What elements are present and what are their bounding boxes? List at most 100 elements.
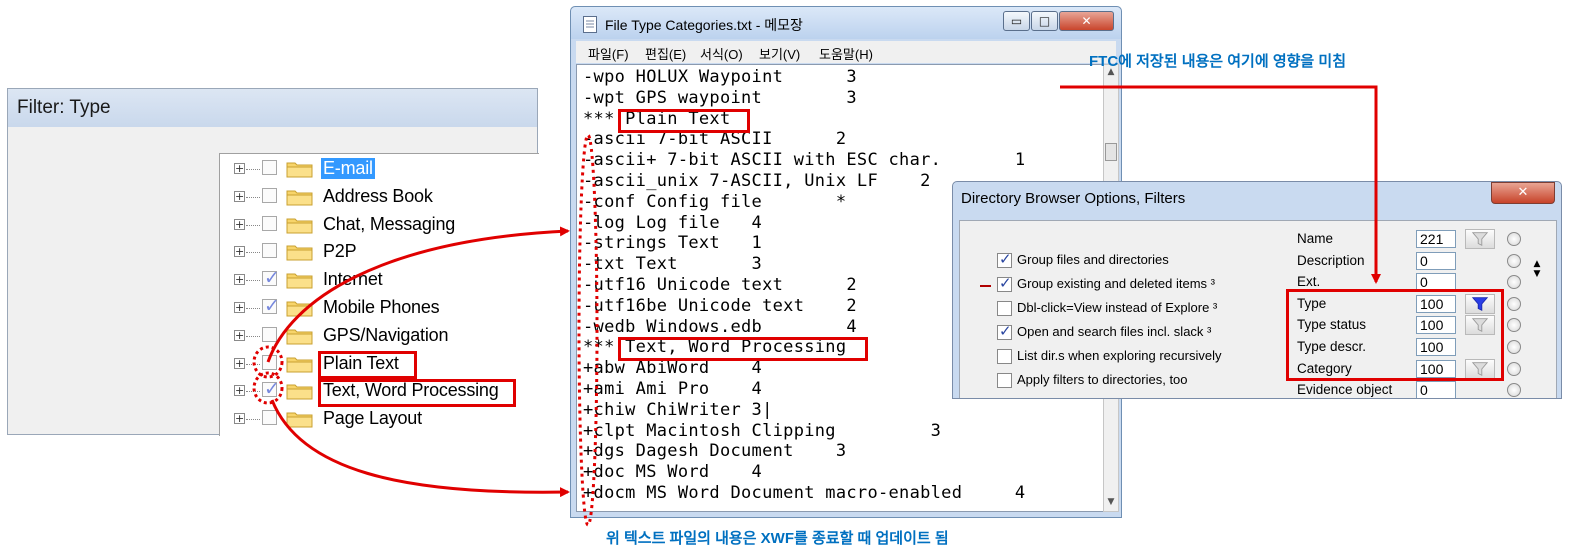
tree-item-label: Internet bbox=[323, 269, 383, 290]
check-mark-icon: ✓ bbox=[264, 267, 280, 290]
tree-item[interactable]: + Address Book bbox=[220, 185, 539, 211]
expand-plus-icon[interactable]: + bbox=[234, 190, 245, 202]
highlight-plain-text bbox=[318, 351, 417, 379]
dbo-option-checkbox[interactable] bbox=[997, 301, 1012, 316]
dbo-body: ▲ ▼ ✓ Group files and directories ✓ Group ex… bbox=[959, 220, 1557, 398]
tree-connector bbox=[246, 224, 260, 226]
notepad-line: +chiw ChiWriter 3| bbox=[583, 399, 773, 420]
menu-view[interactable]: 보기(V) bbox=[759, 44, 800, 63]
dbo-close-button[interactable]: ✕ bbox=[1491, 182, 1555, 204]
dbo-field-radio[interactable] bbox=[1507, 232, 1521, 246]
notepad-line: -utf16be Unicode text 2 bbox=[583, 295, 857, 316]
dbo-field-input[interactable]: 0 bbox=[1416, 251, 1456, 270]
expand-plus-icon[interactable]: + bbox=[234, 246, 245, 258]
tree-connector bbox=[246, 419, 260, 421]
tree-item[interactable]: + ✓ Mobile Phones bbox=[220, 295, 539, 322]
tree-item-checkbox[interactable] bbox=[262, 215, 277, 231]
tree-item-checkbox[interactable]: ✓ bbox=[262, 267, 280, 289]
dbo-field-radio[interactable] bbox=[1507, 361, 1521, 376]
folder-icon bbox=[286, 410, 313, 428]
menu-help[interactable]: 도움말(H) bbox=[819, 44, 873, 63]
tree-item[interactable]: + GPS/Navigation bbox=[220, 324, 539, 350]
menu-format[interactable]: 서식(O) bbox=[700, 44, 743, 63]
tree-item-checkbox[interactable] bbox=[262, 326, 277, 342]
check-mark-icon: ✓ bbox=[264, 295, 280, 317]
highlight-plain-text-line bbox=[618, 109, 750, 133]
tree-connector bbox=[246, 196, 260, 198]
expand-plus-icon[interactable]: + bbox=[234, 329, 245, 341]
tree-item-checkbox[interactable] bbox=[262, 187, 277, 203]
notepad-line: +clpt Macintosh Clipping 3 bbox=[583, 420, 942, 441]
tree-item-checkbox[interactable] bbox=[262, 243, 277, 259]
notepad-line: -wpt GPS waypoint 3 bbox=[583, 87, 857, 108]
notepad-line: -txt Text 3 bbox=[583, 254, 763, 275]
expand-plus-icon[interactable]: + bbox=[234, 218, 245, 230]
tree-item[interactable]: + P2P bbox=[220, 240, 539, 266]
dbo-option-checkbox[interactable]: ✓ bbox=[997, 250, 1012, 268]
dbo-field-radio[interactable] bbox=[1507, 383, 1521, 398]
scroll-down-icon[interactable]: ▼ bbox=[1104, 497, 1118, 507]
tree-item-label: Mobile Phones bbox=[323, 297, 440, 317]
notepad-line: +dgs Dagesh Document 3 bbox=[583, 441, 847, 462]
annotation-ftc-effect: FTC에 저장된 내용은 여기에 영향을 미침 bbox=[1089, 53, 1346, 70]
dbo-field-input[interactable]: 0 bbox=[1416, 381, 1456, 398]
notepad-document-icon bbox=[583, 16, 597, 33]
filter-funnel-icon[interactable] bbox=[1465, 229, 1495, 249]
menu-file[interactable]: 파일(F) bbox=[588, 44, 629, 63]
minimize-button[interactable]: ▭ bbox=[1003, 11, 1030, 31]
dbo-field-radio[interactable] bbox=[1507, 275, 1521, 290]
dbo-field-radio[interactable] bbox=[1507, 318, 1521, 333]
expand-plus-icon[interactable]: + bbox=[234, 413, 245, 425]
expand-plus-icon[interactable]: + bbox=[234, 163, 245, 174]
folder-icon bbox=[286, 327, 313, 345]
dbo-option-label: Open and search files incl. slack ³ bbox=[1017, 324, 1212, 339]
annotation-update-on-exit: 위 텍스트 파일의 내용은 XWF를 종료할 때 업데이트 됨 bbox=[606, 530, 949, 547]
notepad-line: -ascii_unix 7-ASCII, Unix LF 2 bbox=[583, 171, 931, 191]
type-tree: + E-mail + Address Book + Chat, Messaging + P2P… bbox=[219, 153, 539, 436]
dbo-field-label: Description bbox=[1297, 252, 1365, 268]
tree-connector bbox=[246, 391, 260, 393]
tree-item[interactable]: + ✓ Internet bbox=[220, 267, 539, 294]
notepad-line: +ami Ami Pro 4 bbox=[583, 379, 763, 399]
notepad-line: +abw AbiWord 4 bbox=[583, 358, 763, 379]
menu-edit[interactable]: 편집(E) bbox=[645, 44, 686, 63]
dbo-field-radio[interactable] bbox=[1507, 340, 1521, 354]
tree-item[interactable]: + E-mail bbox=[220, 157, 539, 183]
dbo-option-label: Group existing and deleted items ³ bbox=[1017, 276, 1215, 291]
dbo-option-label: Apply filters to directories, too bbox=[1017, 372, 1188, 387]
expand-plus-icon[interactable]: + bbox=[234, 357, 245, 369]
dbo-option-checkbox[interactable]: ✓ bbox=[997, 322, 1012, 340]
tree-item[interactable]: + Page Layout bbox=[220, 407, 539, 433]
tree-item-checkbox[interactable] bbox=[262, 410, 277, 426]
notepad-line: +doc MS Word 4 bbox=[583, 462, 763, 483]
tree-item-checkbox[interactable]: ✓ bbox=[262, 295, 280, 317]
tree-item[interactable]: + Chat, Messaging bbox=[220, 213, 539, 239]
tree-item-checkbox[interactable]: ✓ bbox=[262, 378, 280, 400]
dbo-spin-arrows-icon[interactable]: ▲ ▼ bbox=[1530, 259, 1544, 289]
dbo-option-label: Group files and directories bbox=[1017, 252, 1169, 267]
folder-icon bbox=[286, 355, 313, 373]
tree-item-checkbox[interactable] bbox=[262, 354, 277, 370]
scroll-thumb[interactable] bbox=[1105, 143, 1117, 161]
dbo-field-radio[interactable] bbox=[1507, 296, 1521, 311]
directory-browser-options-dialog: Directory Browser Options, Filters ✕ ▲ ▼ … bbox=[952, 181, 1562, 399]
expand-plus-icon[interactable]: + bbox=[234, 385, 245, 397]
expand-plus-icon[interactable]: + bbox=[234, 302, 245, 313]
notepad-line: +docm MS Word Document macro-enabled 4 bbox=[583, 483, 1026, 503]
dbo-title: Directory Browser Options, Filters bbox=[961, 190, 1186, 207]
folder-icon bbox=[286, 382, 313, 400]
folder-icon bbox=[286, 216, 313, 234]
folder-icon bbox=[286, 188, 313, 206]
dbo-option-checkbox[interactable] bbox=[997, 373, 1012, 388]
tree-item-checkbox[interactable] bbox=[262, 160, 277, 175]
dbo-option-checkbox[interactable] bbox=[997, 349, 1012, 364]
expand-plus-icon[interactable]: + bbox=[234, 274, 245, 286]
tree-connector bbox=[246, 169, 260, 170]
tree-connector bbox=[246, 363, 260, 365]
dbo-field-label: Evidence object bbox=[1297, 382, 1393, 398]
dbo-field-input[interactable]: 221 bbox=[1416, 230, 1456, 248]
maximize-button[interactable]: □ bbox=[1031, 11, 1058, 31]
dbo-field-radio[interactable] bbox=[1507, 253, 1521, 268]
dbo-option-checkbox[interactable]: ✓ bbox=[997, 274, 1012, 292]
close-button[interactable]: ✕ bbox=[1059, 11, 1114, 31]
